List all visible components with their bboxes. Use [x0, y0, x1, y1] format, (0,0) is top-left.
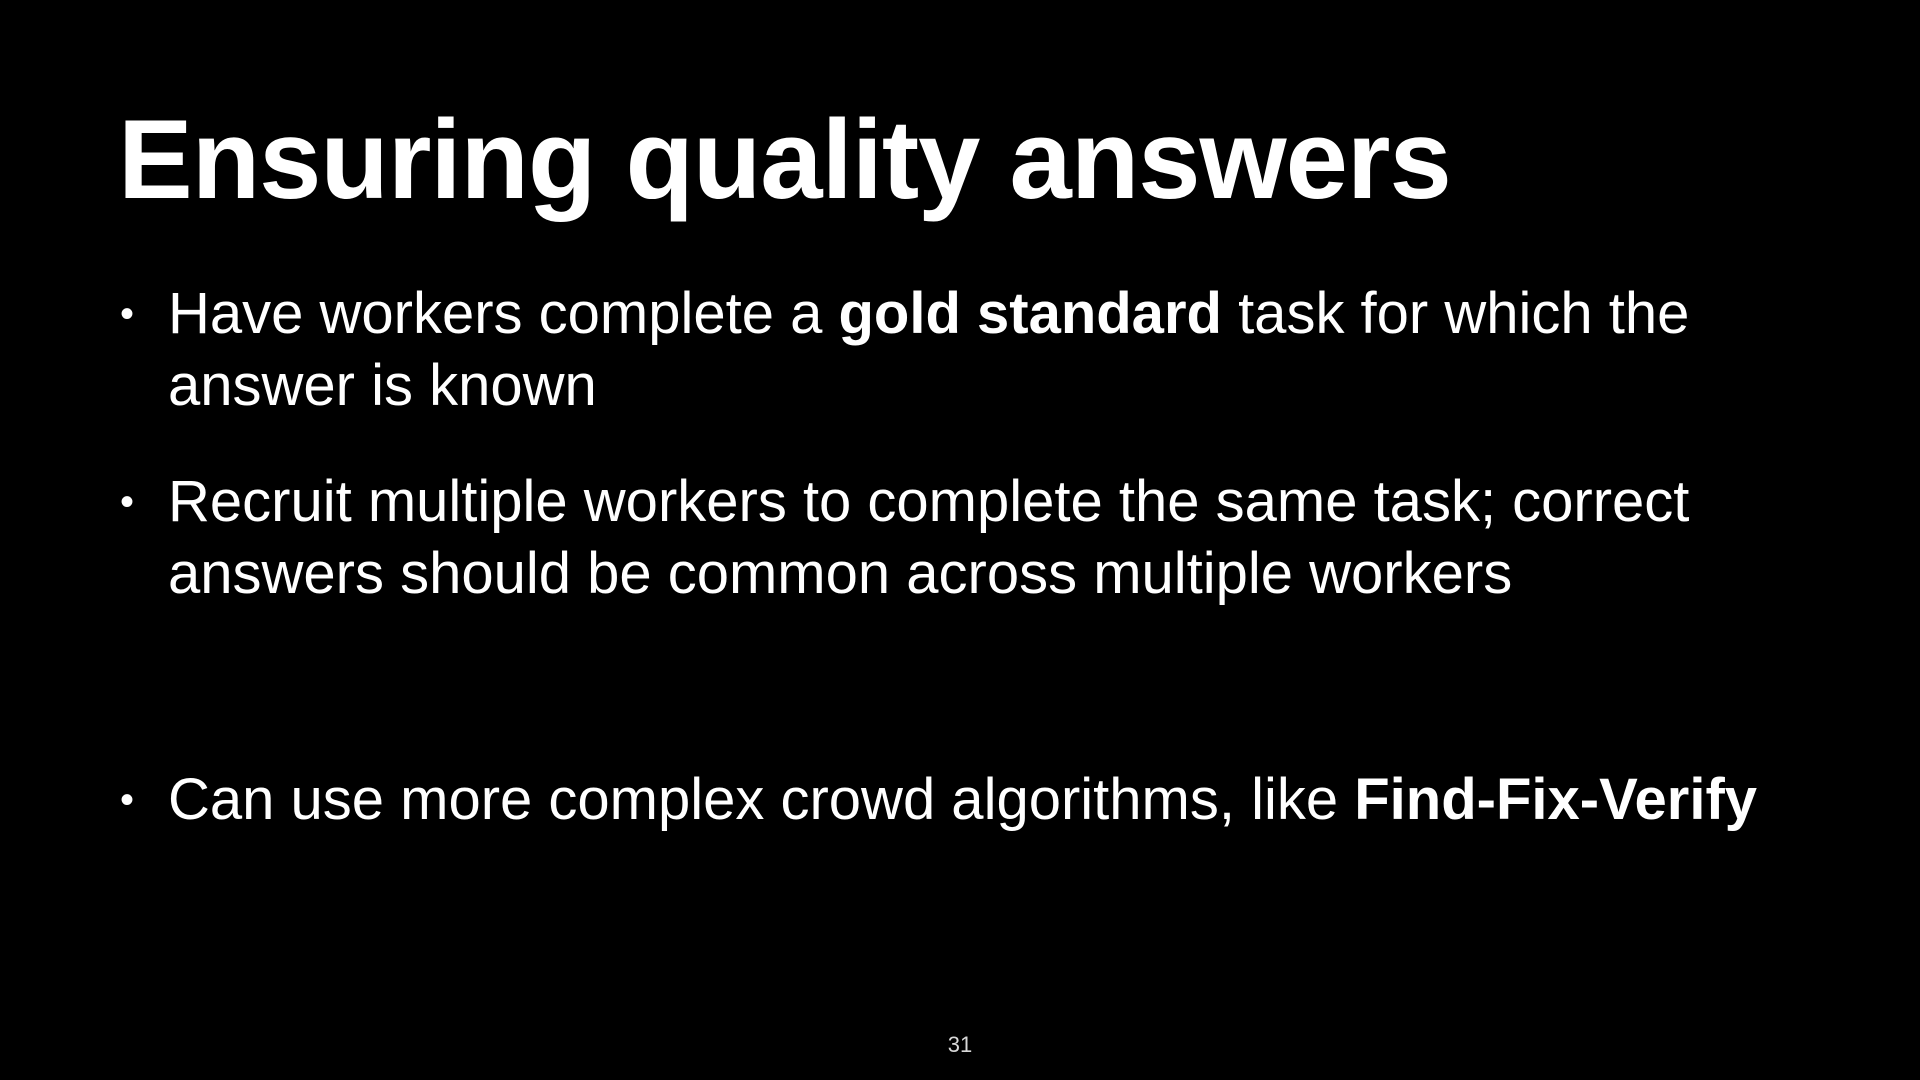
slide-title: Ensuring quality answers [118, 97, 1452, 222]
bullet-item: • Can use more complex crowd algorithms,… [120, 764, 1780, 836]
bullet-item: • Have workers complete a gold standard … [120, 278, 1780, 422]
bullet-text: Can use more complex crowd algorithms, l… [168, 764, 1780, 836]
bullet-text-bold: Find-Fix-Verify [1354, 767, 1758, 832]
bullet-dot-icon: • [120, 292, 135, 336]
bullet-text: Recruit multiple workers to complete the… [168, 466, 1780, 610]
slide: Ensuring quality answers • Have workers … [0, 0, 1920, 1080]
bullet-text-part: Can use more complex crowd algorithms, l… [168, 767, 1355, 832]
bullet-item: • Recruit multiple workers to complete t… [120, 466, 1780, 610]
bullet-text-part: Have workers complete a [168, 281, 839, 346]
bullet-text-part: Recruit multiple workers to complete the… [168, 469, 1690, 606]
page-number: 31 [947, 1032, 973, 1057]
bullet-text: Have workers complete a gold standard ta… [168, 278, 1780, 422]
bullet-dot-icon: • [120, 778, 135, 822]
bullet-text-bold: gold standard [838, 281, 1222, 346]
bullet-dot-icon: • [120, 480, 135, 524]
